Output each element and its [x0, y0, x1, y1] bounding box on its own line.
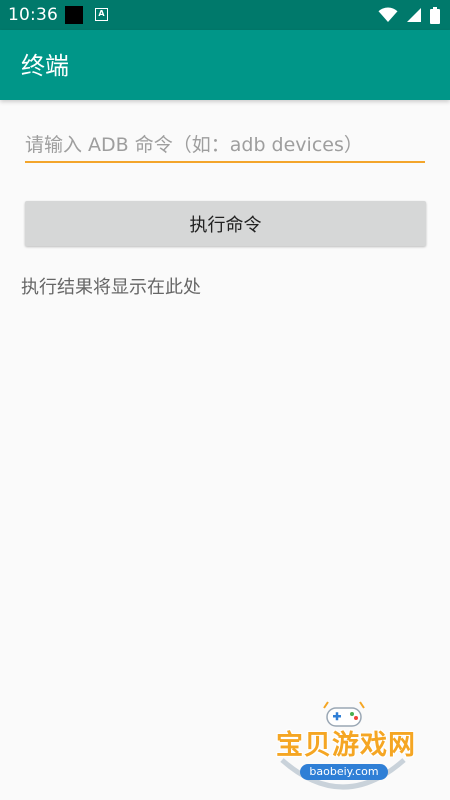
status-icons [378, 5, 440, 25]
result-output: 执行结果将显示在此处 [21, 277, 201, 298]
watermark-logo: 宝贝游戏网 baobeiy.com [270, 700, 420, 800]
status-time: 10:36 [8, 5, 58, 25]
watermark-url: baobeiy.com [300, 764, 388, 780]
status-bar: 10:36 A [0, 0, 450, 30]
signal-icon [407, 8, 421, 22]
terminal-screen: 10:36 A 终端 执行命令 执行结果将显示在此处 [0, 0, 450, 800]
a-notification-icon: A [95, 8, 108, 21]
execute-command-button[interactable]: 执行命令 [25, 201, 426, 246]
watermark-title: 宝贝游戏网 [276, 730, 416, 761]
app-title: 终端 [21, 52, 69, 80]
command-input[interactable] [25, 128, 425, 162]
wifi-icon [378, 7, 398, 23]
app-bar: 终端 [0, 30, 450, 100]
command-input-container [25, 128, 425, 164]
gamepad-icon [323, 701, 365, 727]
black-square-icon [65, 6, 83, 24]
command-input-underline [25, 161, 425, 163]
battery-icon [430, 6, 440, 24]
